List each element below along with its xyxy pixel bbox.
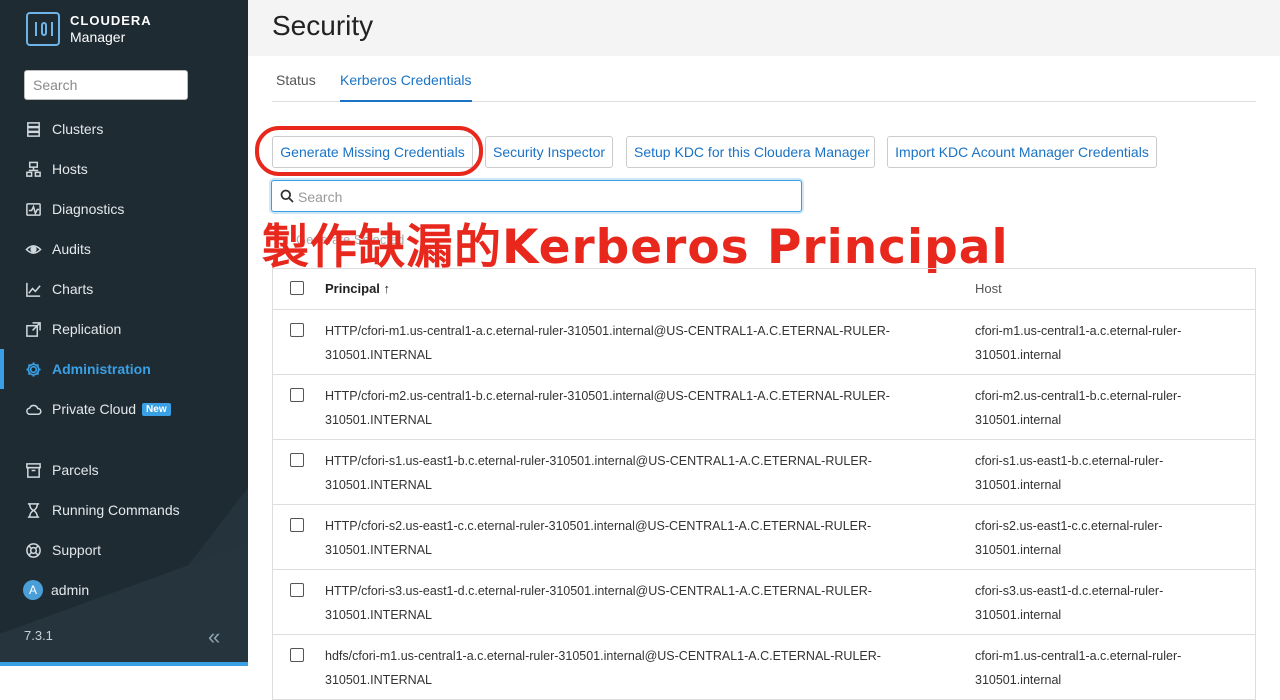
principal-cell: hdfs/cfori-m1.us-central1-a.c.eternal-ru… — [325, 649, 881, 687]
sidebar-search-input[interactable] — [24, 70, 188, 100]
sidebar-item-replication[interactable]: Replication — [0, 309, 248, 349]
hosts-icon — [24, 160, 42, 178]
row-checkbox[interactable] — [290, 583, 304, 597]
sidebar-item-audits[interactable]: Audits — [0, 229, 248, 269]
sidebar-item-hosts[interactable]: Hosts — [0, 149, 248, 189]
column-header-principal[interactable]: Principal ↑ — [325, 281, 390, 296]
sidebar-item-label: Support — [52, 542, 102, 558]
sidebar-item-support[interactable]: Support — [0, 530, 248, 570]
row-checkbox[interactable] — [290, 648, 304, 662]
gear-icon — [24, 360, 42, 378]
select-all-checkbox[interactable] — [290, 281, 304, 295]
clusters-icon — [24, 120, 42, 138]
sidebar-item-label: Audits — [52, 241, 91, 257]
sidebar-item-label: Parcels — [52, 462, 99, 478]
collapse-sidebar-icon[interactable]: « — [208, 624, 220, 650]
credentials-table: Principal ↑ Host HTTP/cfori-m1.us-centra… — [272, 268, 1256, 700]
chart-icon — [24, 280, 42, 298]
sidebar-item-private-cloud[interactable]: Private Cloud New — [0, 389, 248, 429]
sidebar-item-administration[interactable]: Administration — [0, 349, 248, 389]
hourglass-icon — [24, 501, 42, 519]
host-cell: cfori-s2.us-east1-c.c.eternal-ruler-3105… — [975, 519, 1163, 557]
cloudera-logo[interactable]: CLOUDERA Manager — [26, 12, 152, 46]
tab-status[interactable]: Status — [276, 66, 316, 100]
tab-kerberos-credentials[interactable]: Kerberos Credentials — [340, 66, 472, 102]
sidebar-item-label: Administration — [52, 361, 151, 377]
principal-cell: HTTP/cfori-m2.us-central1-b.c.eternal-ru… — [325, 389, 890, 427]
version-label: 7.3.1 — [24, 628, 53, 643]
replication-icon — [24, 320, 42, 338]
row-checkbox[interactable] — [290, 388, 304, 402]
page-header: Security — [248, 0, 1280, 56]
host-cell: cfori-s3.us-east1-d.c.eternal-ruler-3105… — [975, 584, 1164, 622]
principal-cell: HTTP/cfori-s1.us-east1-b.c.eternal-ruler… — [325, 454, 872, 492]
search-icon — [280, 189, 294, 203]
sidebar-item-parcels[interactable]: Parcels — [0, 450, 248, 490]
sidebar-item-diagnostics[interactable]: Diagnostics — [0, 189, 248, 229]
host-cell: cfori-s1.us-east1-b.c.eternal-ruler-3105… — [975, 454, 1164, 492]
sidebar-item-label: Hosts — [52, 161, 88, 177]
brand-name: CLOUDERA — [70, 13, 152, 28]
principal-cell: HTTP/cfori-s2.us-east1-c.c.eternal-ruler… — [325, 519, 872, 557]
page-title: Security — [272, 10, 374, 41]
sidebar-item-label: Private Cloud — [52, 401, 137, 417]
annotation-overlay: 製作缺漏的Kerberos Principal — [262, 220, 1009, 275]
tab-bar: Status Kerberos Credentials — [272, 66, 1256, 102]
new-badge: New — [142, 402, 171, 416]
support-icon — [24, 541, 42, 559]
row-checkbox[interactable] — [290, 518, 304, 532]
diagnostics-icon — [24, 200, 42, 218]
sidebar: CLOUDERA Manager Clusters Hosts Diagnost… — [0, 0, 248, 666]
sidebar-item-label: admin — [51, 582, 90, 598]
principal-cell: HTTP/cfori-m1.us-central1-a.c.eternal-ru… — [325, 324, 890, 362]
table-row: hdfs/cfori-m1.us-central1-a.c.eternal-ru… — [273, 635, 1255, 700]
row-checkbox[interactable] — [290, 323, 304, 337]
column-header-host[interactable]: Host — [975, 281, 1002, 296]
host-cell: cfori-m1.us-central1-a.c.eternal-ruler-3… — [975, 649, 1182, 687]
sidebar-item-running-commands[interactable]: Running Commands — [0, 490, 248, 530]
generate-missing-credentials-button[interactable]: Generate Missing Credentials — [272, 136, 473, 168]
parcel-icon — [24, 461, 42, 479]
sidebar-item-label: Running Commands — [52, 502, 180, 518]
table-row: HTTP/cfori-m2.us-central1-b.c.eternal-ru… — [273, 375, 1255, 440]
cloudera-logo-icon — [26, 12, 60, 46]
brand-product: Manager — [70, 29, 126, 45]
import-kdc-credentials-button[interactable]: Import KDC Acount Manager Credentials — [887, 136, 1157, 168]
sidebar-item-label: Clusters — [52, 121, 104, 137]
sidebar-item-label: Replication — [52, 321, 122, 337]
security-inspector-button[interactable]: Security Inspector — [485, 136, 613, 168]
cloud-icon — [24, 400, 42, 418]
table-row: HTTP/cfori-s3.us-east1-d.c.eternal-ruler… — [273, 570, 1255, 635]
sidebar-bottom-bar — [0, 662, 248, 666]
table-row: HTTP/cfori-s2.us-east1-c.c.eternal-ruler… — [273, 505, 1255, 570]
sidebar-item-label: Diagnostics — [52, 201, 125, 217]
table-row: HTTP/cfori-m1.us-central1-a.c.eternal-ru… — [273, 310, 1255, 375]
host-cell: cfori-m2.us-central1-b.c.eternal-ruler-3… — [975, 389, 1182, 427]
host-cell: cfori-m1.us-central1-a.c.eternal-ruler-3… — [975, 324, 1182, 362]
row-checkbox[interactable] — [290, 453, 304, 467]
sidebar-item-label: Charts — [52, 281, 94, 297]
avatar: A — [23, 580, 43, 600]
setup-kdc-button[interactable]: Setup KDC for this Cloudera Manager — [626, 136, 875, 168]
sidebar-item-charts[interactable]: Charts — [0, 269, 248, 309]
sidebar-item-clusters[interactable]: Clusters — [0, 109, 248, 149]
principal-cell: HTTP/cfori-s3.us-east1-d.c.eternal-ruler… — [325, 584, 872, 622]
sidebar-item-admin-user[interactable]: A admin — [0, 570, 248, 610]
table-row: HTTP/cfori-s1.us-east1-b.c.eternal-ruler… — [273, 440, 1255, 505]
eye-icon — [24, 240, 42, 258]
table-header: Principal ↑ Host — [273, 269, 1255, 310]
